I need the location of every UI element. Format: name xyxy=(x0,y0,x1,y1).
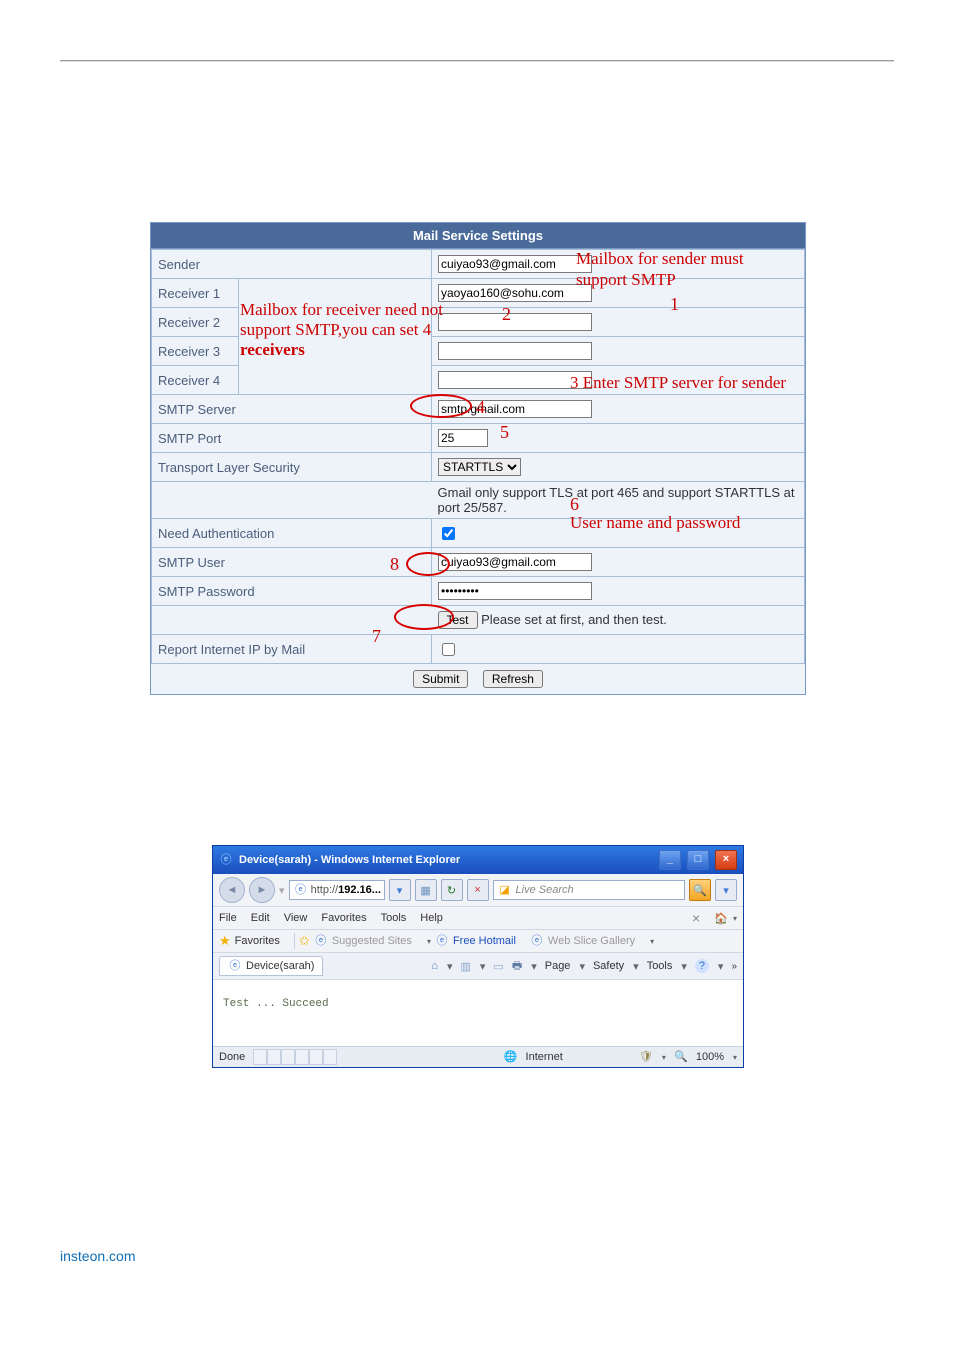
tab-favicon-icon: ⓔ xyxy=(228,959,242,973)
tls-select[interactable]: STARTTLS xyxy=(438,458,521,476)
status-zone: Internet xyxy=(526,1051,563,1063)
menu-file[interactable]: File xyxy=(219,912,247,924)
footer-link[interactable]: insteon.com xyxy=(60,1248,894,1264)
add-favorites-icon[interactable]: ✩ xyxy=(299,933,310,949)
web-slice-link[interactable]: Web Slice Gallery xyxy=(548,935,645,947)
receiver2-input[interactable] xyxy=(438,313,592,331)
refresh-button-icon[interactable]: ↻ xyxy=(441,879,463,901)
favorites-star-icon[interactable]: ★ xyxy=(219,933,231,949)
search-dropdown-icon[interactable]: ▾ xyxy=(715,879,737,901)
search-go-button[interactable]: 🔍 xyxy=(689,879,711,901)
sender-label: Sender xyxy=(152,250,432,279)
cmd-page[interactable]: Page xyxy=(545,960,571,972)
search-box[interactable]: ◪ Live Search xyxy=(493,880,685,900)
tls-note: Gmail only support TLS at port 465 and s… xyxy=(432,482,805,519)
maximize-button[interactable]: □ xyxy=(687,850,709,870)
protected-mode-icon: 🛡 xyxy=(639,1050,653,1064)
tls-label: Transport Layer Security xyxy=(152,453,432,482)
search-placeholder: Live Search xyxy=(516,884,574,896)
nav-bar: ◄ ► ▾ ⓔ http://192.16... ▾ ▦ ↻ × ◪ Live … xyxy=(213,874,743,907)
minimize-button[interactable]: _ xyxy=(659,850,681,870)
menu-edit[interactable]: Edit xyxy=(251,912,280,924)
cmd-safety[interactable]: Safety xyxy=(593,960,624,972)
url-host: 192.16... xyxy=(338,884,381,896)
tab-label: Device(sarah) xyxy=(246,960,314,972)
receiver4-label: Receiver 4 xyxy=(152,366,239,395)
browser-viewport: Test ... Succeed xyxy=(213,980,743,1046)
ie-mini-icon: ⓔ xyxy=(314,934,328,948)
address-bar[interactable]: ⓔ http://192.16... xyxy=(289,880,385,900)
test-hint: Please set at first, and then test. xyxy=(481,612,667,627)
compat-view-icon[interactable]: ▦ xyxy=(415,879,437,901)
free-hotmail-link[interactable]: Free Hotmail xyxy=(453,935,526,947)
status-done: Done xyxy=(219,1051,245,1063)
menu-tools[interactable]: Tools xyxy=(381,912,417,924)
need-auth-label: Need Authentication xyxy=(152,519,432,548)
address-dropdown-icon[interactable]: ▾ xyxy=(389,879,411,901)
cmd-tools[interactable]: Tools xyxy=(647,960,673,972)
internet-zone-icon: 🌐 xyxy=(504,1050,518,1064)
menu-favorites[interactable]: Favorites xyxy=(321,912,376,924)
browser-tab[interactable]: ⓔ Device(sarah) xyxy=(219,956,323,976)
close-x-icon[interactable]: × xyxy=(692,910,700,926)
mail-settings-panel: Mail Service Settings Sender Receiver 1 xyxy=(150,222,806,695)
ie-mini-icon3: ⓔ xyxy=(530,934,544,948)
receiver2-label: Receiver 2 xyxy=(152,308,239,337)
url-prefix: http:// xyxy=(311,884,339,896)
receiver1-input[interactable] xyxy=(438,284,592,302)
cmd-home-icon[interactable]: ⌂ xyxy=(431,960,438,972)
window-title: Device(sarah) - Windows Internet Explore… xyxy=(239,854,653,866)
need-auth-checkbox[interactable] xyxy=(442,527,455,540)
receiver3-input[interactable] xyxy=(438,342,592,360)
smtp-port-input[interactable] xyxy=(438,429,488,447)
smtp-server-label: SMTP Server xyxy=(152,395,432,424)
status-progress-slots xyxy=(253,1049,337,1065)
header-rule xyxy=(60,60,894,62)
suggested-sites-link[interactable]: Suggested Sites xyxy=(332,935,422,947)
smtp-pass-label: SMTP Password xyxy=(152,577,432,606)
cmd-feeds-icon[interactable]: ▥ xyxy=(460,960,470,973)
report-ip-label: Report Internet IP by Mail xyxy=(152,635,432,664)
panel-title: Mail Service Settings xyxy=(151,223,805,249)
forward-button[interactable]: ► xyxy=(249,877,275,903)
window-title-bar: ⓔ Device(sarah) - Windows Internet Explo… xyxy=(213,846,743,874)
ie-logo-icon: ⓔ xyxy=(219,853,233,867)
smtp-pass-input[interactable] xyxy=(438,582,592,600)
command-bar: ⓔ Device(sarah) ⌂▾ ▥▾ ▭ 🖶▾ Page▾ Safety▾… xyxy=(213,953,743,980)
favorites-label[interactable]: Favorites xyxy=(235,935,290,947)
cmd-print-icon[interactable]: 🖶 xyxy=(512,957,522,976)
report-ip-checkbox[interactable] xyxy=(442,643,455,656)
sender-input[interactable] xyxy=(438,255,592,273)
test-button[interactable]: Test xyxy=(438,611,478,629)
favorites-bar: ★ Favorites ✩ ⓔ Suggested Sites▾ ⓔ Free … xyxy=(213,930,743,953)
ie-window: ⓔ Device(sarah) - Windows Internet Explo… xyxy=(212,845,744,1068)
menu-bar: File Edit View Favorites Tools Help × 🏠▾ xyxy=(213,907,743,930)
smtp-port-label: SMTP Port xyxy=(152,424,432,453)
close-button[interactable]: × xyxy=(715,850,737,870)
back-button[interactable]: ◄ xyxy=(219,877,245,903)
ie-mini-icon2: ⓔ xyxy=(435,934,449,948)
menu-view[interactable]: View xyxy=(284,912,318,924)
status-bar: Done 🌐 Internet 🛡▾ 🔍 100% ▾ xyxy=(213,1046,743,1067)
menu-help[interactable]: Help xyxy=(420,912,453,924)
receiver4-input[interactable] xyxy=(438,371,592,389)
zoom-dropdown-icon[interactable]: ▾ xyxy=(732,1053,737,1062)
receiver3-label: Receiver 3 xyxy=(152,337,239,366)
submit-button[interactable]: Submit xyxy=(413,670,468,688)
zoom-icon: 🔍 xyxy=(674,1050,688,1064)
status-zoom: 100% xyxy=(696,1051,724,1063)
smtp-server-input[interactable] xyxy=(438,400,592,418)
refresh-button[interactable]: Refresh xyxy=(483,670,543,688)
home-icon[interactable]: 🏠 xyxy=(714,912,728,925)
receiver1-label: Receiver 1 xyxy=(152,279,239,308)
smtp-user-input[interactable] xyxy=(438,553,592,571)
stop-button-icon[interactable]: × xyxy=(467,879,489,901)
live-search-icon: ◪ xyxy=(498,883,512,897)
smtp-user-label: SMTP User xyxy=(152,548,432,577)
test-result: Test ... Succeed xyxy=(223,998,329,1010)
cmd-help-icon[interactable]: ? xyxy=(695,959,709,973)
cmd-read-mail-icon[interactable]: ▭ xyxy=(493,960,503,973)
